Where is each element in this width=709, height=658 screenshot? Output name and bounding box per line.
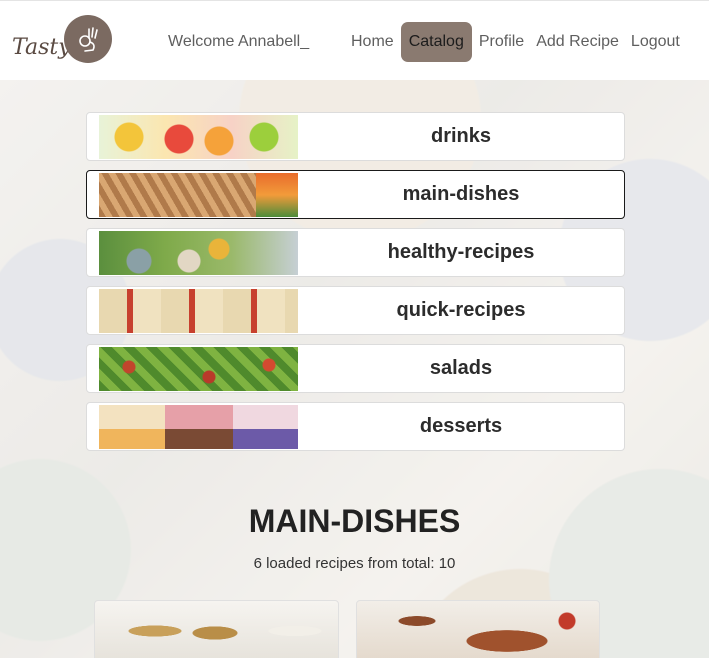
category-desserts-image bbox=[99, 405, 298, 449]
category-label: desserts bbox=[419, 415, 503, 437]
section-title: MAIN-DISHES bbox=[248, 503, 461, 539]
category-list: drinks main-dishes healthy-recipes quick… bbox=[86, 112, 625, 460]
category-main-dishes-image bbox=[99, 173, 298, 217]
nav-links: Home Catalog Profile Add Recipe Logout bbox=[346, 22, 687, 62]
navbar: Tasty Welcome Annabell_ Home Catalog Pro… bbox=[0, 0, 709, 80]
tasty-logo[interactable]: Tasty bbox=[12, 15, 112, 71]
nav-catalog-link[interactable]: Catalog bbox=[400, 22, 472, 62]
category-label: drinks bbox=[430, 125, 492, 147]
category-salads[interactable]: salads bbox=[86, 344, 625, 393]
ok-hand-icon bbox=[64, 15, 112, 63]
nav-profile-link[interactable]: Profile bbox=[474, 22, 529, 62]
recipe-card[interactable] bbox=[356, 600, 600, 658]
nav-add-recipe-link[interactable]: Add Recipe bbox=[531, 22, 624, 62]
category-salads-image bbox=[99, 347, 298, 391]
welcome-message: Welcome Annabell_ bbox=[168, 33, 310, 50]
category-main-dishes[interactable]: main-dishes bbox=[86, 170, 625, 219]
category-label: salads bbox=[429, 357, 493, 379]
recipe-card[interactable] bbox=[94, 600, 339, 658]
nav-home-link[interactable]: Home bbox=[346, 22, 399, 62]
category-healthy-recipes[interactable]: healthy-recipes bbox=[86, 228, 625, 277]
category-desserts[interactable]: desserts bbox=[86, 402, 625, 451]
category-label: quick-recipes bbox=[396, 299, 526, 321]
category-quick-recipes[interactable]: quick-recipes bbox=[86, 286, 625, 335]
category-quick-recipes-image bbox=[99, 289, 298, 333]
recipes-count-text: 6 loaded recipes from total: 10 bbox=[253, 555, 456, 572]
category-label: healthy-recipes bbox=[387, 241, 535, 263]
category-drinks-image bbox=[99, 115, 298, 159]
category-healthy-recipes-image bbox=[99, 231, 298, 275]
category-label: main-dishes bbox=[402, 183, 520, 205]
logo-text: Tasty bbox=[12, 35, 71, 60]
nav-logout-link[interactable]: Logout bbox=[626, 22, 685, 62]
category-drinks[interactable]: drinks bbox=[86, 112, 625, 161]
